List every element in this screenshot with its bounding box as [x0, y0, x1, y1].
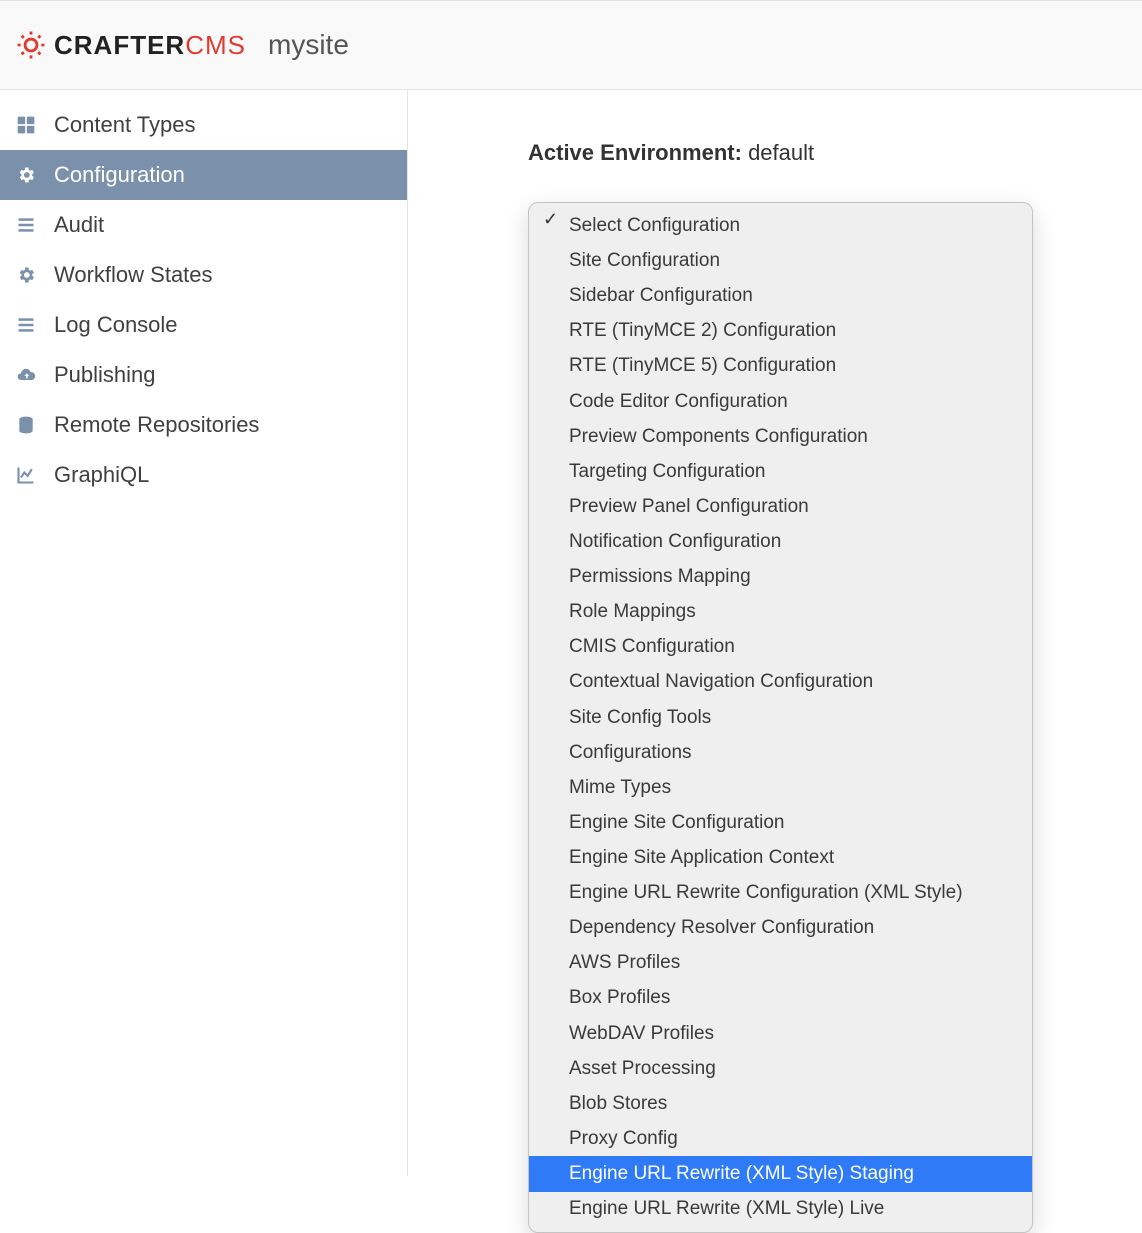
dropdown-option[interactable]: Site Configuration [529, 244, 1032, 279]
sidebar-item-label: GraphiQL [54, 462, 149, 488]
dropdown-option[interactable]: Box Profiles [529, 981, 1032, 1016]
gear-logo-icon [14, 28, 48, 62]
dropdown-option[interactable]: Mime Types [529, 770, 1032, 805]
sidebar-item-label: Configuration [54, 162, 185, 188]
brand-text-primary: CRAFTER [54, 30, 185, 60]
brand-text-secondary: CMS [185, 30, 246, 60]
main: Content Types Configuration Audit Workfl… [0, 90, 1142, 1176]
list-icon [14, 315, 38, 335]
dropdown-option[interactable]: Notification Configuration [529, 524, 1032, 559]
dropdown-option[interactable]: Blob Stores [529, 1086, 1032, 1121]
cloud-up-icon [14, 365, 38, 385]
dropdown-option[interactable]: Permissions Mapping [529, 560, 1032, 595]
sidebar-item-configuration[interactable]: Configuration [0, 150, 407, 200]
dropdown-option[interactable]: Preview Panel Configuration [529, 489, 1032, 524]
dropdown-option[interactable]: Engine URL Rewrite (XML Style) Staging [529, 1156, 1032, 1191]
sidebar-item-label: Remote Repositories [54, 412, 259, 438]
header: CRAFTERCMS mysite [0, 0, 1142, 90]
gear-icon [14, 165, 38, 185]
dropdown-option[interactable]: Engine URL Rewrite Configuration (XML St… [529, 876, 1032, 911]
dropdown-option[interactable]: Site Config Tools [529, 700, 1032, 735]
dropdown-option[interactable]: Engine URL Rewrite (XML Style) Live [529, 1192, 1032, 1233]
chart-icon [14, 465, 38, 485]
env-value: default [748, 140, 814, 165]
sidebar-item-label: Workflow States [54, 262, 213, 288]
dropdown-option[interactable]: Preview Components Configuration [529, 419, 1032, 454]
content-area: Active Environment: default Select Confi… [408, 90, 1142, 1176]
dropdown-option[interactable]: RTE (TinyMCE 5) Configuration [529, 349, 1032, 384]
dropdown-option[interactable]: Role Mappings [529, 595, 1032, 630]
dropdown-option[interactable]: Proxy Config [529, 1121, 1032, 1156]
dropdown-option[interactable]: Engine Site Configuration [529, 805, 1032, 840]
env-label-text: Active Environment: [528, 140, 742, 165]
dropdown-option[interactable]: Configurations [529, 735, 1032, 770]
database-icon [14, 414, 38, 436]
list-icon [14, 215, 38, 235]
dropdown-option[interactable]: RTE (TinyMCE 2) Configuration [529, 314, 1032, 349]
dropdown-option[interactable]: Dependency Resolver Configuration [529, 911, 1032, 946]
site-name: mysite [268, 29, 349, 61]
sidebar-item-remote-repositories[interactable]: Remote Repositories [0, 400, 407, 450]
sidebar-item-publishing[interactable]: Publishing [0, 350, 407, 400]
sidebar-item-label: Content Types [54, 112, 195, 138]
dropdown-option[interactable]: Contextual Navigation Configuration [529, 665, 1032, 700]
dropdown-option[interactable]: Code Editor Configuration [529, 384, 1032, 419]
sidebar-item-workflow-states[interactable]: Workflow States [0, 250, 407, 300]
dropdown-option[interactable]: Select Configuration [529, 203, 1032, 244]
grid-icon [14, 115, 38, 135]
dropdown-option[interactable]: Asset Processing [529, 1051, 1032, 1086]
sidebar-item-graphiql[interactable]: GraphiQL [0, 450, 407, 500]
configuration-dropdown[interactable]: Select ConfigurationSite ConfigurationSi… [528, 202, 1033, 1233]
sidebar-item-label: Audit [54, 212, 104, 238]
dropdown-option[interactable]: Engine Site Application Context [529, 840, 1032, 875]
dropdown-option[interactable]: WebDAV Profiles [529, 1016, 1032, 1051]
dropdown-option[interactable]: AWS Profiles [529, 946, 1032, 981]
dropdown-option[interactable]: CMIS Configuration [529, 630, 1032, 665]
dropdown-option[interactable]: Targeting Configuration [529, 454, 1032, 489]
dropdown-option[interactable]: Sidebar Configuration [529, 279, 1032, 314]
sidebar-item-audit[interactable]: Audit [0, 200, 407, 250]
active-environment-label: Active Environment: default [528, 140, 1142, 166]
sidebar-item-label: Publishing [54, 362, 156, 388]
brand-text: CRAFTERCMS [54, 30, 246, 61]
sidebar-item-label: Log Console [54, 312, 178, 338]
gear-icon [14, 265, 38, 285]
sidebar: Content Types Configuration Audit Workfl… [0, 90, 408, 1176]
sidebar-item-log-console[interactable]: Log Console [0, 300, 407, 350]
brand-logo: CRAFTERCMS [14, 28, 246, 62]
sidebar-item-content-types[interactable]: Content Types [0, 100, 407, 150]
